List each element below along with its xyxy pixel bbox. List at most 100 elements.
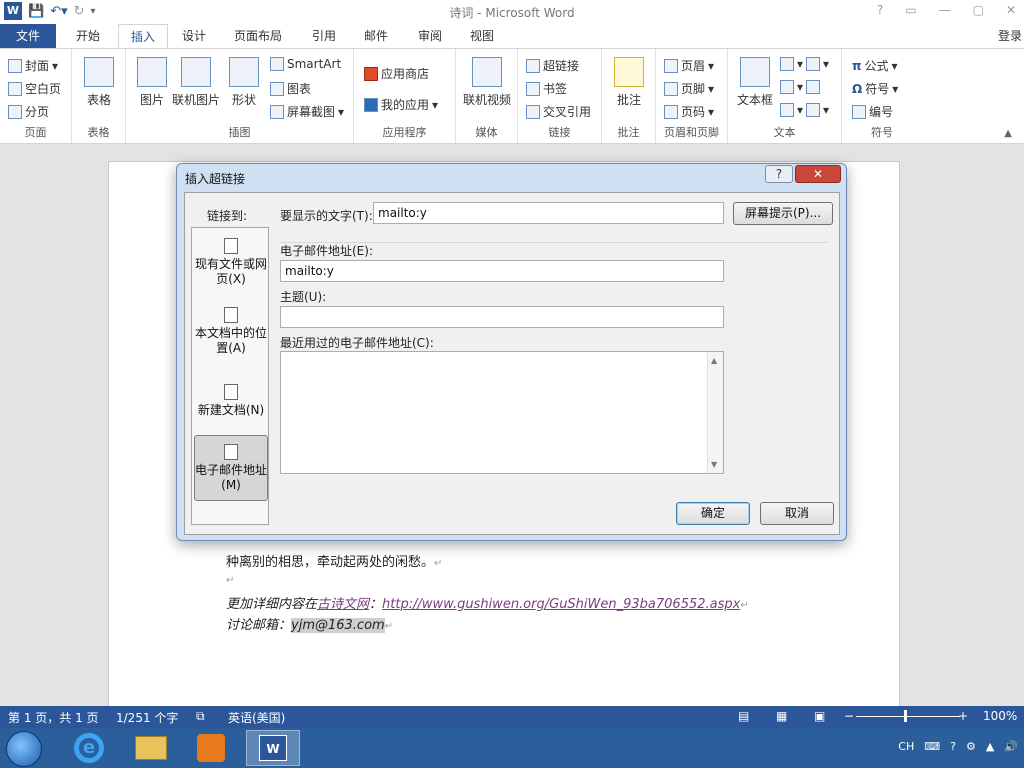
tab-insert[interactable]: 插入 xyxy=(118,24,169,49)
equation-button[interactable]: π 公式 ▾ xyxy=(852,57,898,74)
drop-cap-icon xyxy=(780,103,794,117)
group-label-links: 链接 xyxy=(548,126,571,139)
header-button[interactable]: 页眉 ▾ xyxy=(664,57,714,74)
chart-button[interactable]: 图表 xyxy=(270,80,311,97)
taskbar-explorer[interactable] xyxy=(124,730,178,766)
tab-design[interactable]: 设计 xyxy=(170,24,218,48)
display-text-label: 要显示的文字(T): xyxy=(280,209,373,223)
scroll-up-icon[interactable]: ▲ xyxy=(711,356,717,365)
zoom-level[interactable]: 100% xyxy=(983,709,1017,723)
zoom-out-icon[interactable]: − xyxy=(844,709,854,723)
word-count[interactable]: 1/251 个字 xyxy=(116,709,178,726)
help-icon[interactable]: ? xyxy=(877,3,883,17)
quick-parts-button[interactable]: ▾ ▾ xyxy=(780,57,829,71)
tab-page-layout[interactable]: 页面布局 xyxy=(222,24,294,48)
numbering-button[interactable]: 编号 xyxy=(852,103,893,120)
online-pictures-button[interactable]: 联机图片 xyxy=(170,57,222,108)
smartart-button[interactable]: SmartArt xyxy=(270,57,341,71)
email-address-input[interactable] xyxy=(280,260,724,282)
drop-cap-button[interactable]: ▾ ▾ xyxy=(780,103,829,117)
group-header-footer: 页眉 ▾ 页脚 ▾ 页码 ▾ 页眉和页脚 xyxy=(656,49,728,143)
login-link[interactable]: 登录 xyxy=(998,24,1022,48)
minimize-icon[interactable]: — xyxy=(939,3,951,17)
date-time-icon xyxy=(806,80,821,94)
group-label-header-footer: 页眉和页脚 xyxy=(664,126,719,139)
show-hidden-icons-icon[interactable]: ▲ xyxy=(986,740,994,753)
tab-mailings[interactable]: 邮件 xyxy=(352,24,400,48)
display-text-input[interactable] xyxy=(373,202,724,224)
shapes-button[interactable]: 形状 xyxy=(226,57,262,108)
page-number-button[interactable]: 页码 ▾ xyxy=(664,103,714,120)
ribbon-display-icon[interactable]: ▭ xyxy=(905,3,916,17)
recent-emails-scrollbar[interactable]: ▲ ▼ xyxy=(707,352,723,473)
taskbar: e W CH ⌨ ? ⚙ ▲ 🔊 xyxy=(0,728,1024,768)
page-count[interactable]: 第 1 页，共 1 页 xyxy=(8,709,99,726)
blank-page-button[interactable]: 空白页 xyxy=(8,80,61,97)
ok-button[interactable]: 确定 xyxy=(676,502,750,525)
dialog-help-button[interactable]: ? xyxy=(765,165,793,183)
scroll-down-icon[interactable]: ▼ xyxy=(711,460,717,469)
cancel-button[interactable]: 取消 xyxy=(760,502,834,525)
text-box-button[interactable]: 文本框 xyxy=(732,57,778,108)
link-option-this-document[interactable]: 本文档中的位 置(A) xyxy=(193,307,269,356)
page-number-icon xyxy=(664,104,678,119)
link-option-email-address[interactable]: 电子邮件地址 (M) xyxy=(194,435,268,501)
cross-reference-button[interactable]: 交叉引用 xyxy=(526,103,591,120)
group-label-text: 文本 xyxy=(773,126,796,139)
volume-icon[interactable]: 🔊 xyxy=(1004,740,1018,753)
link-option-existing-file[interactable]: 现有文件或网 页(X) xyxy=(193,238,269,287)
ime-indicator[interactable]: CH xyxy=(898,740,914,753)
table-button[interactable]: 表格 xyxy=(80,57,118,108)
tab-view[interactable]: 视图 xyxy=(458,24,506,48)
app-store-button[interactable]: 应用商店 xyxy=(364,65,429,82)
taskbar-ie[interactable]: e xyxy=(62,730,116,766)
comment-button[interactable]: 批注 xyxy=(608,57,650,108)
gushiwen-link[interactable]: 古诗文网 xyxy=(317,597,369,612)
close-window-icon[interactable]: ✕ xyxy=(1006,3,1016,17)
tab-review[interactable]: 审阅 xyxy=(406,24,454,48)
wordart-button[interactable]: ▾ xyxy=(780,80,821,94)
read-mode-icon[interactable]: ▤ xyxy=(738,709,749,723)
dialog-close-button[interactable]: ✕ xyxy=(795,165,841,183)
page-break-button[interactable]: 分页 xyxy=(8,103,49,120)
bookmark-button[interactable]: 书签 xyxy=(526,80,567,97)
zoom-slider-thumb[interactable] xyxy=(904,710,907,722)
signature-line-icon xyxy=(806,57,821,71)
tab-file[interactable]: 文件 xyxy=(0,24,56,48)
pictures-button[interactable]: 图片 xyxy=(134,57,170,108)
ribbon: 封面 ▾ 空白页 分页 页面 表格 表格 图片 联机图片 形状 SmartArt … xyxy=(0,48,1024,144)
footer-button[interactable]: 页脚 ▾ xyxy=(664,80,714,97)
zoom-slider[interactable] xyxy=(856,716,960,717)
group-tables: 表格 表格 xyxy=(72,49,126,143)
group-label-pages: 页面 xyxy=(24,126,47,139)
screentip-button[interactable]: 屏幕提示(P)... xyxy=(733,202,833,225)
group-text: 文本框 ▾ ▾ ▾ ▾ ▾ 文本 xyxy=(728,49,842,143)
recent-emails-list[interactable]: ▲ ▼ xyxy=(280,351,724,474)
start-button-icon[interactable] xyxy=(6,731,42,767)
screenshot-button[interactable]: 屏幕截图 ▾ xyxy=(270,103,344,120)
my-apps-button[interactable]: 我的应用 ▾ xyxy=(364,96,438,113)
cover-page-button[interactable]: 封面 ▾ xyxy=(8,57,58,74)
collapse-ribbon-icon[interactable]: ▲ xyxy=(1004,128,1012,139)
language-indicator[interactable]: 英语(美国) xyxy=(228,709,285,726)
selected-email-text[interactable]: yjm@163.com xyxy=(291,618,385,633)
subject-input[interactable] xyxy=(280,306,724,328)
internet-explorer-icon: e xyxy=(74,733,104,763)
restore-icon[interactable]: ▢ xyxy=(973,3,984,17)
link-option-new-document[interactable]: 新建文档(N) xyxy=(193,384,269,418)
help-tray-icon[interactable]: ? xyxy=(950,740,956,753)
keyboard-icon[interactable]: ⌨ xyxy=(924,740,940,753)
taskbar-media-player[interactable] xyxy=(184,730,238,766)
source-url-link[interactable]: http://www.gushiwen.org/GuShiWen_93ba706… xyxy=(382,597,740,612)
tab-references[interactable]: 引用 xyxy=(300,24,348,48)
online-video-button[interactable]: 联机视频 xyxy=(460,57,514,108)
symbol-button[interactable]: Ω 符号 ▾ xyxy=(852,80,898,97)
proofing-icon[interactable]: ⧉ xyxy=(196,709,205,724)
tab-home[interactable]: 开始 xyxy=(64,24,112,48)
print-layout-icon[interactable]: ▦ xyxy=(776,709,787,723)
web-layout-icon[interactable]: ▣ xyxy=(814,709,825,723)
taskbar-word[interactable]: W xyxy=(246,730,300,766)
hyperlink-button[interactable]: 超链接 xyxy=(526,57,579,74)
zoom-in-icon[interactable]: + xyxy=(958,709,968,723)
settings-tray-icon[interactable]: ⚙ xyxy=(966,740,976,753)
